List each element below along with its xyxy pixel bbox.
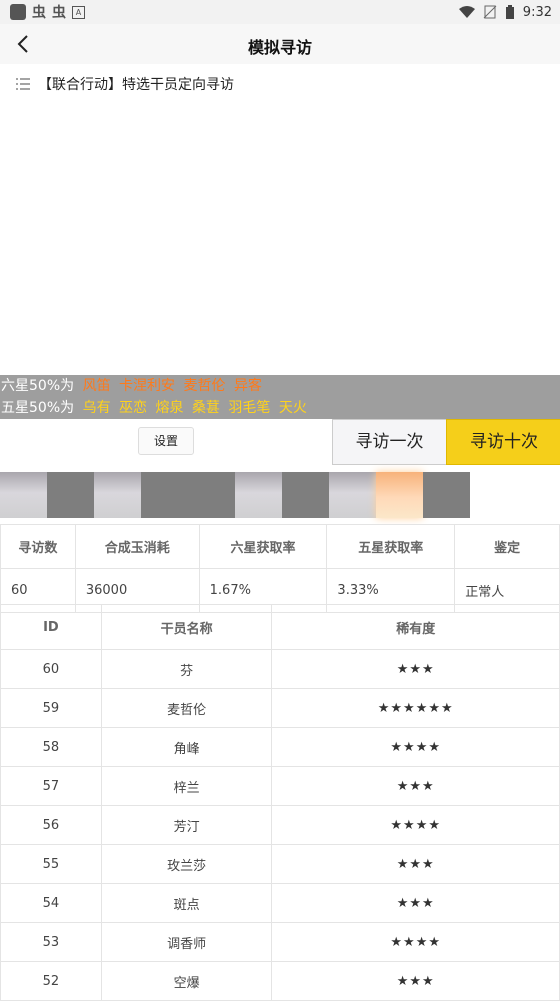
stats-table: 寻访数 合成玉消耗 六星获取率 五星获取率 鉴定 60 36000 1.67% … bbox=[0, 524, 560, 613]
record-name: 斑点 bbox=[100, 883, 273, 923]
six-star-label: 六星50%为 bbox=[1, 378, 75, 394]
header-verdict: 鉴定 bbox=[454, 524, 560, 569]
display-area bbox=[0, 104, 560, 375]
record-id: 55 bbox=[0, 844, 102, 884]
pull-result-card bbox=[188, 472, 235, 518]
record-id: 53 bbox=[0, 922, 102, 962]
header-five-star-rate: 五星获取率 bbox=[326, 524, 456, 569]
record-rarity: ★★★ bbox=[271, 883, 560, 923]
a-badge-icon: A bbox=[72, 5, 85, 19]
record-rarity: ★★★★ bbox=[271, 727, 560, 767]
status-glyph: 虫 bbox=[32, 5, 46, 21]
table-row: 57 梓兰 ★★★ bbox=[0, 766, 560, 806]
pull-result-card bbox=[47, 472, 94, 518]
settings-button[interactable]: 设置 bbox=[138, 427, 194, 455]
no-sim-icon bbox=[483, 5, 497, 19]
table-row: 60 芬 ★★★ bbox=[0, 649, 560, 689]
record-id: 59 bbox=[0, 688, 102, 728]
banner-selector[interactable]: 【联合行动】特选干员定向寻访 bbox=[0, 64, 560, 105]
table-row: 53 调香师 ★★★★ bbox=[0, 922, 560, 962]
battery-icon bbox=[505, 4, 514, 19]
status-bar: 虫 虫 A 9:32 bbox=[0, 0, 560, 24]
record-id: 60 bbox=[0, 649, 102, 689]
table-row: 55 玫兰莎 ★★★ bbox=[0, 844, 560, 884]
record-rarity: ★★★ bbox=[271, 961, 560, 1001]
stats-header-row: 寻访数 合成玉消耗 六星获取率 五星获取率 鉴定 bbox=[0, 524, 560, 569]
record-rarity: ★★★★ bbox=[271, 805, 560, 845]
app-bar: 模拟寻访 bbox=[0, 24, 560, 64]
record-name: 空爆 bbox=[100, 961, 273, 1001]
pull-result-card bbox=[282, 472, 329, 518]
six-star-rate-row: 六星50%为 风笛 卡涅利安 麦哲伦 异客 bbox=[0, 375, 560, 397]
record-name: 玫兰莎 bbox=[100, 844, 273, 884]
five-star-operator: 羽毛笔 bbox=[228, 400, 271, 416]
five-star-rate-row: 五星50%为 乌有 巫恋 熔泉 桑葚 羽毛笔 天火 bbox=[0, 397, 560, 419]
pull-result-card bbox=[141, 472, 188, 518]
record-name: 麦哲伦 bbox=[100, 688, 273, 728]
record-id: 52 bbox=[0, 961, 102, 1001]
record-rarity: ★★★★ bbox=[271, 922, 560, 962]
pull-result-card bbox=[376, 472, 423, 518]
records-header-row: ID 干员名称 稀有度 bbox=[0, 604, 560, 650]
table-row: 52 空爆 ★★★ bbox=[0, 961, 560, 1001]
pull-records-table: ID 干员名称 稀有度 60 芬 ★★★ 59 麦哲伦 ★★★★★★ 58 角峰 ★★★★ … bbox=[0, 604, 560, 1001]
single-pull-button[interactable]: 寻访一次 bbox=[332, 419, 447, 465]
six-star-operator: 风笛 bbox=[82, 378, 111, 394]
header-orundum-cost: 合成玉消耗 bbox=[74, 524, 200, 569]
page-title: 模拟寻访 bbox=[247, 38, 312, 57]
pull-controls: 设置 寻访一次 寻访十次 bbox=[0, 419, 560, 465]
five-star-label: 五星50%为 bbox=[1, 400, 75, 416]
pull-result-card bbox=[94, 472, 141, 518]
record-id: 56 bbox=[0, 805, 102, 845]
record-id: 54 bbox=[0, 883, 102, 923]
six-star-operator: 异客 bbox=[233, 378, 262, 394]
five-star-operator: 桑葚 bbox=[191, 400, 220, 416]
pull-result-card bbox=[329, 472, 376, 518]
clock: 9:32 bbox=[522, 4, 552, 20]
header-six-star-rate: 六星获取率 bbox=[198, 524, 328, 569]
header-rarity: 稀有度 bbox=[271, 604, 560, 650]
status-glyph: 虫 bbox=[52, 5, 66, 21]
wifi-icon bbox=[458, 6, 475, 18]
ten-pull-button[interactable]: 寻访十次 bbox=[446, 419, 560, 465]
record-rarity: ★★★ bbox=[271, 766, 560, 806]
six-star-operator: 麦哲伦 bbox=[183, 378, 226, 394]
header-id: ID bbox=[0, 604, 102, 650]
five-star-operator: 乌有 bbox=[82, 400, 111, 416]
header-pull-count: 寻访数 bbox=[0, 524, 76, 569]
pull-result-card bbox=[0, 472, 47, 518]
record-name: 角峰 bbox=[100, 727, 273, 767]
five-star-operator: 巫恋 bbox=[119, 400, 148, 416]
banner-label: 【联合行动】特选干员定向寻访 bbox=[38, 77, 234, 93]
six-star-operator: 卡涅利安 bbox=[119, 378, 176, 394]
record-name: 芬 bbox=[100, 649, 273, 689]
notification-icon bbox=[10, 4, 26, 20]
header-operator-name: 干员名称 bbox=[100, 604, 273, 650]
record-name: 调香师 bbox=[100, 922, 273, 962]
table-row: 58 角峰 ★★★★ bbox=[0, 727, 560, 767]
record-rarity: ★★★ bbox=[271, 844, 560, 884]
record-rarity: ★★★★★★ bbox=[271, 688, 560, 728]
table-row: 59 麦哲伦 ★★★★★★ bbox=[0, 688, 560, 728]
record-id: 57 bbox=[0, 766, 102, 806]
table-row: 54 斑点 ★★★ bbox=[0, 883, 560, 923]
five-star-operator: 熔泉 bbox=[155, 400, 184, 416]
table-row: 56 芳汀 ★★★★ bbox=[0, 805, 560, 845]
record-name: 梓兰 bbox=[100, 766, 273, 806]
pull-result-strip bbox=[0, 472, 470, 518]
record-id: 58 bbox=[0, 727, 102, 767]
list-icon bbox=[16, 78, 30, 90]
five-star-operator: 天火 bbox=[278, 400, 307, 416]
pull-result-card bbox=[423, 472, 470, 518]
record-rarity: ★★★ bbox=[271, 649, 560, 689]
pull-result-card bbox=[235, 472, 282, 518]
record-name: 芳汀 bbox=[100, 805, 273, 845]
